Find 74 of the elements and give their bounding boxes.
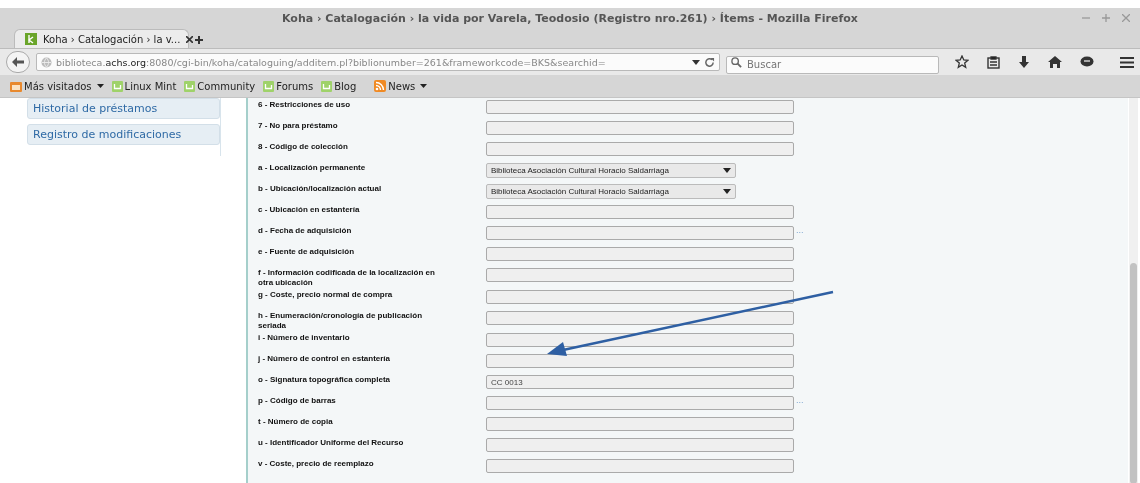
window-title: Koha › Catalogación › la vida por Varela, Teodosio (Registro nro.261) › Ítems - Mozilla Firefox <box>282 11 858 25</box>
bookmark-item[interactable]: Blog <box>321 80 357 92</box>
new-tab-icon[interactable] <box>195 36 203 44</box>
input-field[interactable]: CC 0013 <box>486 375 794 389</box>
close-icon[interactable] <box>1122 14 1130 22</box>
caret-icon <box>96 84 104 88</box>
input-field[interactable] <box>486 290 794 304</box>
field-label: 7 - No para préstamo <box>258 121 339 131</box>
field-label: u - Identificador Uniforme del Recurso <box>258 438 405 448</box>
maximize-icon[interactable] <box>1102 14 1110 22</box>
sidebar-item[interactable]: Registro de modificaciones <box>27 124 220 145</box>
input-field[interactable] <box>486 354 794 368</box>
home-icon[interactable] <box>1048 56 1062 68</box>
input-field[interactable] <box>486 121 794 135</box>
field-label: g - Coste, precio normal de compra <box>258 290 394 300</box>
mint-icon <box>184 80 196 92</box>
globe-icon <box>41 56 52 68</box>
reload-icon[interactable] <box>704 56 715 68</box>
close-tab-icon[interactable] <box>186 35 194 43</box>
field-label: e - Fuente de adquisición <box>258 247 355 257</box>
feed-icon <box>374 80 387 92</box>
input-field[interactable] <box>486 226 794 240</box>
bookmark-item[interactable]: News <box>374 80 428 92</box>
bookmark-item[interactable]: Forums <box>263 80 314 92</box>
caret-icon <box>723 168 731 173</box>
mint-icon <box>111 80 123 92</box>
download-icon[interactable] <box>1018 55 1030 69</box>
field-label: t - Número de copia <box>258 417 334 427</box>
address-bar[interactable]: biblioteca.achs.org:8080/cgi-bin/koha/cataloguing/additem.pl?biblionumber=261&frameworkcode=BKS&searchid= <box>36 53 720 71</box>
chat-icon[interactable] <box>1080 56 1094 68</box>
caret-icon <box>723 189 731 194</box>
bookmark-item[interactable]: Linux Mint <box>111 80 177 92</box>
koha-icon <box>25 33 37 45</box>
input-field[interactable] <box>486 100 794 114</box>
url-text: biblioteca.achs.org:8080/cgi-bin/koha/cataloguing/additem.pl?biblionumber=261&frameworkcode=BKS&searchid= <box>56 56 607 68</box>
scrollbar[interactable] <box>1129 98 1138 483</box>
field-label: v - Coste, precio de reemplazo <box>258 459 375 469</box>
search-field[interactable]: Buscar <box>726 55 939 74</box>
bookmark-item[interactable]: Community <box>184 80 256 92</box>
input-field[interactable] <box>486 311 794 325</box>
back-arrow-icon <box>12 57 24 67</box>
dropdown-icon[interactable] <box>692 59 700 65</box>
field-label: j - Número de control en estantería <box>258 354 392 364</box>
mint-icon <box>263 80 275 92</box>
field-label: o - Signatura topográfica completa <box>258 375 391 385</box>
input-field[interactable] <box>486 459 794 473</box>
mint-icon <box>321 80 333 92</box>
input-field[interactable] <box>486 142 794 156</box>
field-label: b - Ubicación/localización actual <box>258 184 383 194</box>
field-label: d - Fecha de adquisición <box>258 226 353 236</box>
location-dropdown[interactable]: Biblioteca Asociación Cultural Horacio Saldarriaga <box>486 163 736 178</box>
star-icon[interactable] <box>955 55 969 69</box>
location-dropdown[interactable]: Biblioteca Asociación Cultural Horacio Saldarriaga <box>486 184 736 199</box>
input-field[interactable] <box>486 247 794 261</box>
input-field[interactable] <box>486 333 794 347</box>
caret-icon <box>420 84 428 88</box>
clipboard-icon[interactable] <box>987 55 1000 69</box>
field-label: c - Ubicación en estantería <box>258 205 361 215</box>
bookmark-item[interactable]: Más visitados <box>10 80 104 92</box>
field-label: 6 - Restricciones de uso <box>258 100 352 110</box>
sidebar-item[interactable]: Historial de préstamos <box>27 98 220 119</box>
folder-icon <box>10 80 22 92</box>
menu-icon[interactable] <box>1120 56 1134 68</box>
back-button[interactable] <box>6 51 30 73</box>
field-label: 8 - Código de colección <box>258 142 349 152</box>
input-field[interactable] <box>486 205 794 219</box>
minimize-icon[interactable] <box>1082 14 1090 22</box>
input-field[interactable] <box>486 417 794 431</box>
input-field[interactable] <box>486 396 794 410</box>
input-field[interactable] <box>486 268 794 282</box>
field-label: p - Código de barras <box>258 396 337 406</box>
input-field[interactable] <box>486 438 794 452</box>
field-label: a - Localización permanente <box>258 163 367 173</box>
field-label: i - Número de inventario <box>258 333 351 343</box>
